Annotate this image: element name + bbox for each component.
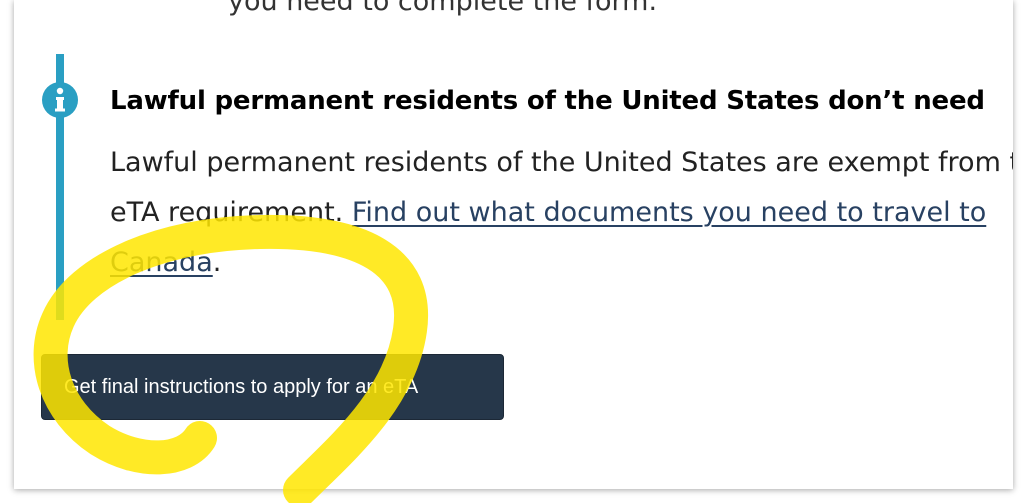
alert-body-end: . bbox=[212, 247, 222, 278]
content-panel: you need to complete the form. Lawful pe… bbox=[14, 0, 1013, 489]
alert-body: Lawful permanent residents of the United… bbox=[110, 138, 1013, 288]
alert-heading: Lawful permanent residents of the United… bbox=[110, 86, 985, 116]
get-final-instructions-button[interactable]: Get final instructions to apply for an e… bbox=[41, 354, 504, 420]
info-icon bbox=[42, 82, 78, 118]
clipped-previous-text: you need to complete the form. bbox=[228, 0, 658, 17]
